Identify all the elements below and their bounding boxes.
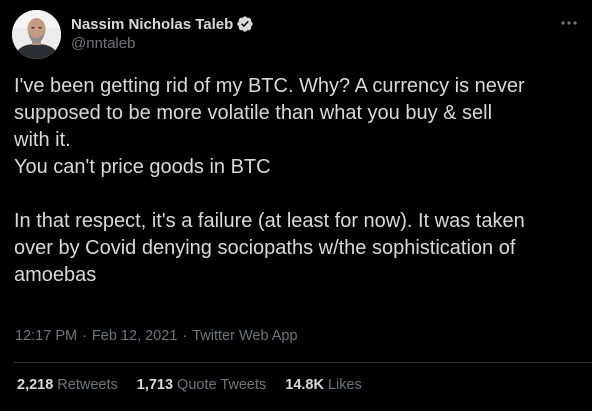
tweet-card: Nassim Nicholas Taleb @nntaleb I've been… xyxy=(0,0,592,411)
verified-badge-icon xyxy=(236,15,254,33)
author-name[interactable]: Nassim Nicholas Taleb xyxy=(71,16,233,33)
likes-label: Likes xyxy=(327,377,362,393)
meta-separator: · xyxy=(82,328,87,344)
retweets-stat[interactable]: 2,218 Retweets xyxy=(17,377,118,393)
tweet-time[interactable]: 12:17 PM xyxy=(15,328,77,344)
engagement-stats: 2,218 Retweets 1,713 Quote Tweets 14.8K … xyxy=(17,377,381,393)
likes-count: 14.8K xyxy=(285,377,324,393)
likes-stat[interactable]: 14.8K Likes xyxy=(285,377,362,393)
author-block[interactable]: Nassim Nicholas Taleb @nntaleb xyxy=(71,14,254,52)
tweet-source[interactable]: Twitter Web App xyxy=(192,328,297,344)
quote-tweets-label: Quote Tweets xyxy=(177,377,267,393)
divider xyxy=(14,362,592,363)
quote-tweets-stat[interactable]: 1,713 Quote Tweets xyxy=(137,377,267,393)
more-options-icon[interactable] xyxy=(558,14,580,32)
retweets-count: 2,218 xyxy=(17,377,54,393)
author-name-row: Nassim Nicholas Taleb xyxy=(71,14,254,34)
tweet-text: I've been getting rid of my BTC. Why? A … xyxy=(14,75,525,286)
tweet-date[interactable]: Feb 12, 2021 xyxy=(92,328,177,344)
retweets-label: Retweets xyxy=(57,377,118,393)
tweet-meta: 12:17 PM · Feb 12, 2021 · Twitter Web Ap… xyxy=(15,328,298,344)
avatar[interactable] xyxy=(12,10,61,59)
meta-separator: · xyxy=(182,328,188,344)
avatar-photo xyxy=(12,10,61,59)
quote-tweets-count: 1,713 xyxy=(136,377,174,393)
author-handle[interactable]: @nntaleb xyxy=(71,35,254,52)
